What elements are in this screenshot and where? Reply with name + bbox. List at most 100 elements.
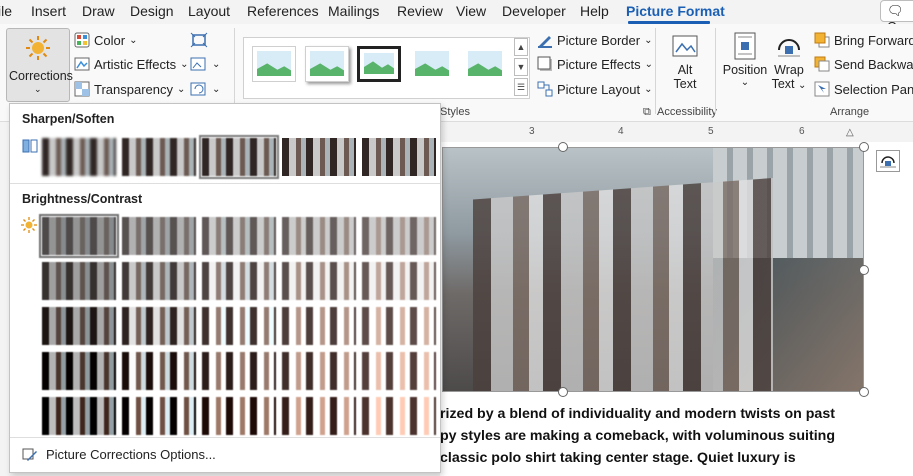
color-button[interactable]: Color ⌄ xyxy=(74,32,137,48)
tab-picture-format[interactable]: Picture Format xyxy=(626,3,725,19)
resize-handle[interactable] xyxy=(859,387,869,397)
sharpen-option-5[interactable] xyxy=(362,138,436,176)
brightness-contrast-option-r4-c4[interactable] xyxy=(282,352,356,390)
gallery-down-button[interactable]: ▼ xyxy=(514,58,528,76)
chevron-down-icon: ⌄ xyxy=(212,58,221,70)
chevron-down-icon: ⌄ xyxy=(180,58,189,70)
tab-mailings[interactable]: Mailings xyxy=(328,3,379,19)
artistic-effects-button[interactable]: Artistic Effects ⌄ xyxy=(74,56,189,72)
picture-style-5[interactable] xyxy=(463,46,507,82)
resize-handle[interactable] xyxy=(859,265,869,275)
bring-forward-label: Bring Forward xyxy=(834,32,913,48)
color-label: Color xyxy=(94,32,126,48)
text-line: classic polo shirt taking center stage. … xyxy=(440,450,796,466)
runway-fashion-image[interactable] xyxy=(442,147,864,392)
brightness-contrast-option-r3-c2[interactable] xyxy=(122,307,196,345)
resize-handle[interactable] xyxy=(558,142,568,152)
brightness-contrast-option-r1-c5[interactable] xyxy=(362,217,436,255)
tab-insert[interactable]: Insert xyxy=(31,3,66,19)
brightness-contrast-heading: Brightness/Contrast xyxy=(22,192,143,206)
picture-style-2[interactable] xyxy=(305,46,349,82)
comments-button[interactable]: 🗨 Co xyxy=(880,0,913,34)
compress-pictures-button[interactable] xyxy=(190,32,208,48)
wrap-text-icon xyxy=(778,39,800,57)
brightness-contrast-option-r4-c1[interactable] xyxy=(42,352,116,390)
brightness-contrast-option-r1-c4[interactable] xyxy=(282,217,356,255)
picture-corrections-options-item[interactable]: Picture Corrections Options... xyxy=(22,446,216,462)
layout-options-icon xyxy=(880,156,896,168)
gallery-up-button[interactable]: ▲ xyxy=(514,38,528,56)
sun-icon xyxy=(26,36,50,60)
comment-icon: 🗨 xyxy=(887,3,904,18)
change-picture-button[interactable]: ⌄ xyxy=(190,56,220,72)
selection-pane-button[interactable]: Selection Pane xyxy=(814,81,913,97)
wrap-text-button[interactable]: Wrap Text ⌄ xyxy=(770,32,808,102)
picture-effects-button[interactable]: Picture Effects ⌄ xyxy=(537,56,653,72)
brightness-contrast-option-r4-c2[interactable] xyxy=(122,352,196,390)
picture-border-button[interactable]: Picture Border ⌄ xyxy=(537,32,652,48)
tab-references[interactable]: References xyxy=(247,3,319,19)
brightness-contrast-option-r2-c2[interactable] xyxy=(122,262,196,300)
brightness-contrast-option-r1-c2[interactable] xyxy=(122,217,196,255)
send-backward-button[interactable]: Send Backward xyxy=(814,56,913,72)
transparency-button[interactable]: Transparency ⌄ xyxy=(74,81,185,97)
brightness-contrast-option-r3-c4[interactable] xyxy=(282,307,356,345)
indent-marker-icon[interactable]: △ xyxy=(846,127,854,138)
tab-help[interactable]: Help xyxy=(580,3,609,19)
tab-draw[interactable]: Draw xyxy=(82,3,115,19)
corrections-dropdown: Sharpen/Soften Brightness/Contrast Pictu… xyxy=(9,103,441,473)
brightness-contrast-option-r1-c1[interactable] xyxy=(39,214,119,258)
horizontal-ruler[interactable]: 3 4 5 6 △ xyxy=(440,122,913,142)
ruler-mark: 3 xyxy=(529,126,535,137)
gallery-more-button[interactable]: ☰ xyxy=(514,78,528,96)
alt-text-button[interactable]: Alt Text xyxy=(665,32,705,102)
resize-handle[interactable] xyxy=(558,387,568,397)
tab-design[interactable]: Design xyxy=(130,3,174,19)
chevron-down-icon: ⌄ xyxy=(212,83,221,95)
document-body-text[interactable]: rized by a blend of individuality and mo… xyxy=(440,403,910,469)
chevron-down-icon: ⌄ xyxy=(177,83,186,95)
reset-picture-button[interactable]: ⌄ xyxy=(190,81,220,97)
tab-layout[interactable]: Layout xyxy=(188,3,230,19)
tab-view[interactable]: View xyxy=(456,3,486,19)
brightness-contrast-option-r5-c2[interactable] xyxy=(122,397,196,435)
brightness-contrast-option-r3-c5[interactable] xyxy=(362,307,436,345)
resize-handle[interactable] xyxy=(859,142,869,152)
layout-options-button[interactable] xyxy=(876,150,900,172)
brightness-contrast-option-r2-c1[interactable] xyxy=(42,262,116,300)
position-label: Position xyxy=(722,63,768,77)
bring-forward-button[interactable]: Bring Forward xyxy=(814,32,913,48)
text-line: py styles are making a comeback, with vo… xyxy=(440,428,835,444)
brightness-contrast-option-r3-c3[interactable] xyxy=(202,307,276,345)
picture-layout-button[interactable]: Picture Layout ⌄ xyxy=(537,81,653,97)
picture-style-3[interactable] xyxy=(357,46,401,82)
tab-file[interactable]: ile xyxy=(0,3,12,19)
sharpen-option-1[interactable] xyxy=(42,138,116,176)
tab-developer[interactable]: Developer xyxy=(502,3,566,19)
brightness-contrast-option-r5-c3[interactable] xyxy=(202,397,276,435)
sharpen-option-2[interactable] xyxy=(122,138,196,176)
brightness-contrast-option-r4-c5[interactable] xyxy=(362,352,436,390)
sharpen-option-3[interactable] xyxy=(199,135,279,179)
chevron-down-icon: ⌄ xyxy=(644,83,653,95)
group-separator xyxy=(234,28,235,114)
brightness-contrast-option-r4-c3[interactable] xyxy=(202,352,276,390)
selection-pane-icon xyxy=(814,81,830,97)
wrap-text-label-1: Wrap xyxy=(774,63,804,77)
brightness-contrast-option-r2-c4[interactable] xyxy=(282,262,356,300)
brightness-contrast-option-r5-c5[interactable] xyxy=(362,397,436,435)
corrections-button[interactable]: Corrections ⌄ xyxy=(6,28,73,102)
brightness-contrast-option-r2-c5[interactable] xyxy=(362,262,436,300)
brightness-contrast-option-r2-c3[interactable] xyxy=(202,262,276,300)
picture-style-1[interactable] xyxy=(252,46,296,82)
tab-review[interactable]: Review xyxy=(397,3,443,19)
send-backward-icon xyxy=(814,56,830,72)
position-button[interactable]: Position ⌄ xyxy=(722,32,768,102)
brightness-contrast-option-r5-c4[interactable] xyxy=(282,397,356,435)
brightness-contrast-option-r1-c3[interactable] xyxy=(202,217,276,255)
sharpen-option-4[interactable] xyxy=(282,138,356,176)
brightness-contrast-option-r5-c1[interactable] xyxy=(42,397,116,435)
brightness-contrast-option-r3-c1[interactable] xyxy=(42,307,116,345)
dialog-launcher-icon[interactable]: ⧉ xyxy=(643,106,651,119)
picture-style-4[interactable] xyxy=(410,46,454,82)
